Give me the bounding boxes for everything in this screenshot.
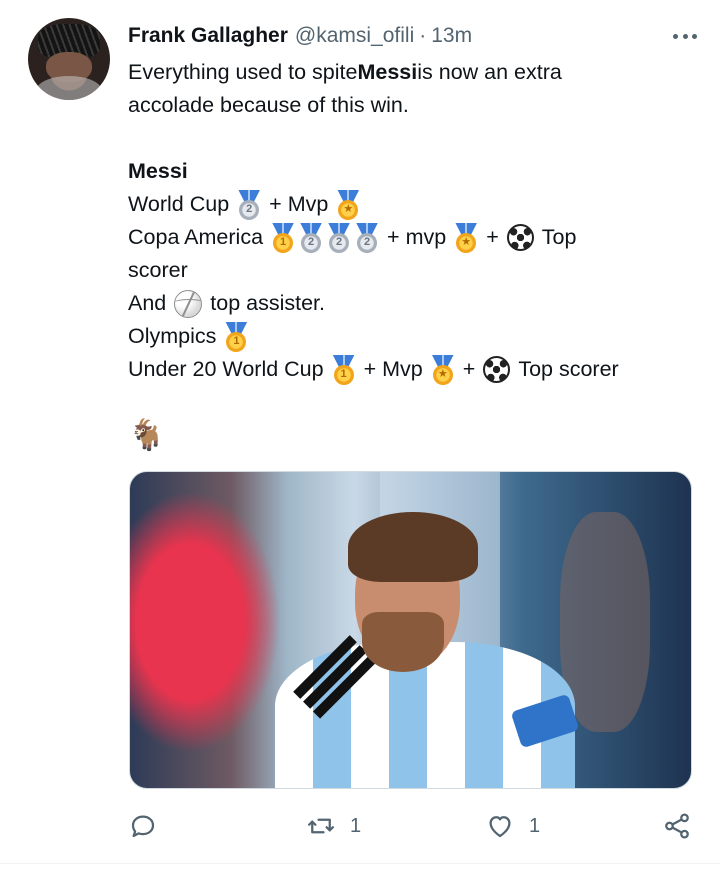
volleyball-icon (174, 289, 203, 318)
silver-medal-icon: 2 (354, 222, 380, 253)
avatar[interactable] (28, 18, 110, 100)
more-options-icon[interactable] (670, 23, 700, 49)
retweet-button[interactable]: 1 (306, 806, 361, 846)
divider (0, 863, 720, 864)
soccer-ball-icon (483, 356, 511, 383)
text-line: Copa America 1 2 2 2 + mvp ★ + Top (128, 221, 698, 254)
soccer-ball-icon (506, 224, 534, 251)
silver-medal-icon: 2 (298, 222, 324, 253)
text-line: World Cup 2 + Mvp ★ (128, 188, 698, 221)
reply-button[interactable] (128, 806, 172, 846)
silver-medal-icon: 2 (236, 189, 262, 220)
share-icon (665, 813, 689, 839)
like-button[interactable]: 1 (485, 806, 540, 846)
heart-icon (489, 816, 511, 838)
tweet-header: Frank Gallagher @kamsi_ofili · 13m (128, 21, 700, 51)
tweet-image[interactable] (129, 471, 692, 789)
gold-medal-icon: 1 (331, 354, 357, 385)
avatar-shade (36, 76, 102, 100)
tweet-actions: 1 1 (128, 806, 694, 846)
text-line: Everything used to spite Messi is now an… (128, 60, 562, 84)
share-button[interactable] (662, 806, 692, 846)
text-line: scorer (128, 258, 188, 282)
gold-medal-icon: 1 (270, 222, 296, 253)
reply-icon (131, 815, 155, 838)
tweet-time[interactable]: 13m (431, 24, 472, 48)
author-name[interactable]: Frank Gallagher (128, 24, 288, 48)
gold-medal-icon: 1 (223, 321, 249, 352)
text-line: 🐐 (128, 419, 698, 452)
text-line: Under 20 World Cup 1 + Mvp ★ + Top score… (128, 353, 698, 386)
retweet-count: 1 (350, 814, 362, 837)
tweet-text: Everything used to spite Messi is now an… (128, 56, 698, 452)
gold-medal-icon: ★ (430, 354, 456, 385)
gold-medal-icon: ★ (453, 222, 479, 253)
like-count: 1 (529, 814, 541, 837)
retweet-icon (308, 818, 334, 834)
gold-medal-icon: ★ (335, 189, 361, 220)
text-line: Olympics 1 (128, 320, 698, 353)
separator-dot: · (419, 24, 427, 47)
text-line: accolade because of this win. (128, 93, 409, 117)
author-handle[interactable]: @kamsi_ofili (295, 24, 414, 48)
silver-medal-icon: 2 (326, 222, 352, 253)
text-heading: Messi (128, 159, 188, 183)
goat-icon: 🐐 (128, 419, 166, 452)
text-line: And top assister. (128, 287, 698, 320)
